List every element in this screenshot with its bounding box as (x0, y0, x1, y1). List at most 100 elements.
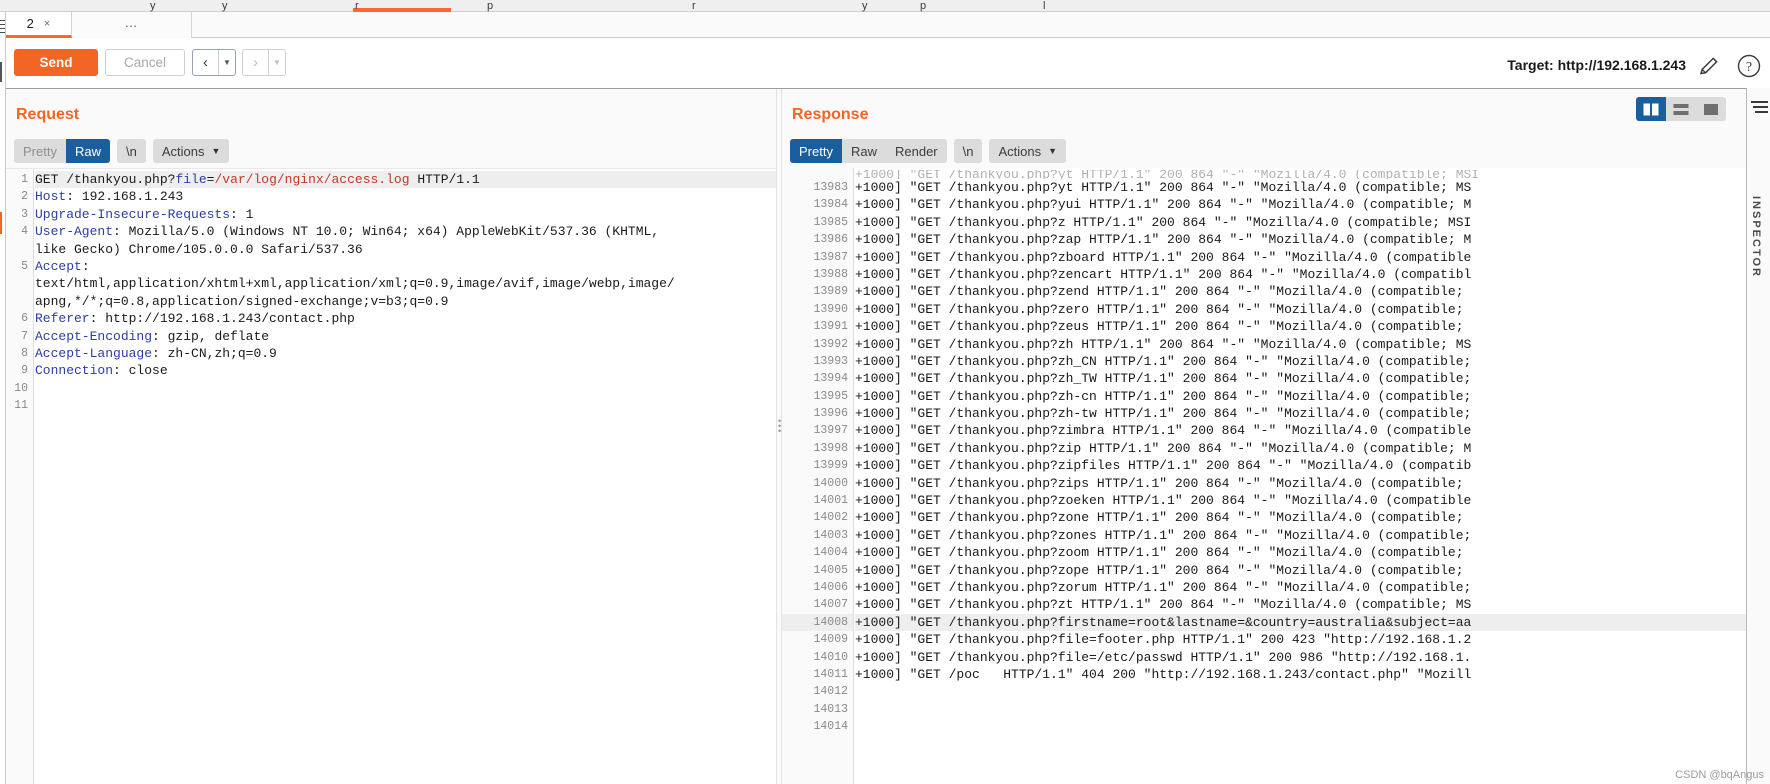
inspector-rail[interactable]: INSPECTOR (1746, 88, 1770, 784)
line-number: 14010 (813, 650, 848, 664)
line-number: 14003 (813, 528, 848, 542)
tab-response-render[interactable]: Render (885, 139, 947, 163)
repeater-tab-more-label: … (124, 14, 139, 30)
request-line: Connection: close (35, 362, 776, 379)
chevron-down-icon: ▼ (1048, 146, 1058, 156)
help-icon[interactable]: ? (1736, 53, 1762, 79)
response-line: +1000] "GET /thankyou.php?zoeken HTTP/1.… (855, 493, 1472, 509)
request-line: Accept-Language: zh-CN,zh;q=0.9 (35, 345, 776, 362)
line-number: 13995 (813, 389, 848, 403)
response-line: +1000] "GET /thankyou.php?zone HTTP/1.1"… (855, 510, 1464, 526)
tab-request-pretty[interactable]: Pretty (14, 139, 66, 163)
top-tab-label[interactable]: y (862, 0, 868, 12)
request-line: User-Agent: Mozilla/5.0 (Windows NT 10.0… (35, 223, 776, 240)
layout-single-pane-button[interactable] (1696, 97, 1726, 121)
response-panel: Response Pretty Raw Render \n Actions ▼ … (782, 89, 1746, 784)
prev-request-group[interactable]: ‹ ▼ (192, 49, 236, 76)
request-newline-button[interactable]: \n (116, 139, 146, 163)
line-number: 13987 (813, 250, 848, 264)
send-button[interactable]: Send (14, 49, 98, 76)
response-line: +1000] "GET /thankyou.php?zt HTTP/1.1" 2… (855, 597, 1472, 613)
next-request-dropdown-icon[interactable]: ▼ (269, 50, 285, 75)
code-token: Upgrade-Insecure-Requests (35, 206, 231, 222)
code-token: file (175, 172, 207, 187)
request-line: like Gecko) Chrome/105.0.0.0 Safari/537.… (35, 241, 776, 258)
response-line: +1000] "GET /thankyou.php?zboard HTTP/1.… (855, 249, 1472, 265)
layout-split-vertical-button[interactable] (1636, 97, 1666, 121)
request-line: Referer: http://192.168.1.243/contact.ph… (35, 310, 776, 327)
top-tab-label[interactable]: y (150, 0, 156, 12)
line-number (6, 293, 33, 310)
line-number: 14007 (813, 598, 848, 612)
tab-response-pretty[interactable]: Pretty (790, 139, 842, 163)
request-line (35, 380, 776, 397)
line-number: 13989 (813, 285, 848, 299)
response-line: +1000] "GET /poc HTTP/1.1" 404 200 "http… (855, 666, 1472, 682)
response-line: +1000] "GET /thankyou.php?zh-cn HTTP/1.1… (855, 388, 1472, 404)
line-number: 13999 (813, 459, 848, 473)
response-line: +1000] "GET /thankyou.php?zope HTTP/1.1"… (855, 562, 1464, 578)
response-line-partial: +1000] "GET /thankyou.php?yt HTTP/1.1" 2… (855, 170, 1480, 179)
code-token: apng,*/*;q=0.8,application/signed-exchan… (35, 293, 449, 309)
cancel-button[interactable]: Cancel (105, 49, 185, 76)
next-request-button[interactable]: › (243, 50, 269, 75)
top-tab-label[interactable]: l (1043, 0, 1045, 12)
tab-request-raw[interactable]: Raw (65, 139, 110, 163)
line-number: 9 (21, 364, 28, 378)
request-actions-button[interactable]: Actions ▼ (152, 139, 230, 163)
line-number: 14008 (782, 613, 853, 632)
prev-request-button[interactable]: ‹ (193, 50, 219, 75)
repeater-tab-2[interactable]: 2 × (6, 12, 72, 38)
layout-toggle-group (1636, 97, 1726, 121)
top-tab-label[interactable]: y (222, 0, 228, 12)
pencil-icon[interactable] (1698, 55, 1720, 77)
request-line: Accept-Encoding: gzip, deflate (35, 328, 776, 345)
response-code[interactable]: +1000] "GET /thankyou.php?yt HTTP/1.1" 2… (855, 168, 1746, 784)
response-line (855, 683, 1746, 700)
code-token: GET /thankyou.php? (35, 172, 176, 187)
line-number: 13983 (813, 181, 848, 194)
line-number: 14014 (813, 720, 848, 734)
response-newline-button[interactable]: \n (953, 139, 983, 163)
request-editor[interactable]: 1 2 3 4 5 6 7 8 9 10 11 GET /thankyou.php?file=/va… (6, 168, 776, 784)
top-tab-label[interactable]: r (355, 0, 359, 12)
line-number: 14013 (813, 702, 848, 716)
code-token: : close (113, 363, 168, 379)
line-number: 14012 (813, 685, 848, 699)
tab-response-raw[interactable]: Raw (841, 139, 886, 163)
response-line: +1000] "GET /thankyou.php?zorum HTTP/1.1… (855, 579, 1472, 595)
response-line: +1000] "GET /thankyou.php?yt HTTP/1.1" 2… (855, 180, 1472, 195)
response-line: +1000] "GET /thankyou.php?zh_CN HTTP/1.1… (855, 353, 1472, 369)
layout-split-horizontal-button[interactable] (1666, 97, 1696, 121)
line-number: 11 (14, 399, 28, 413)
code-token: like Gecko) Chrome/105.0.0.0 Safari/537.… (35, 241, 363, 257)
request-line: apng,*/*;q=0.8,application/signed-exchan… (35, 293, 776, 310)
response-viewer[interactable]: 13983 13984 13985 13986 13987 13988 13989 13990… (782, 168, 1746, 784)
line-number: 13993 (813, 354, 848, 368)
response-line: +1000] "GET /thankyou.php?zend HTTP/1.1"… (855, 284, 1464, 300)
line-number: 13994 (813, 372, 848, 386)
line-number: 10 (14, 381, 28, 395)
code-token: : 1 (230, 206, 254, 222)
line-number: 14006 (813, 580, 848, 594)
target-label: Target: http://192.168.1.243 (1507, 57, 1686, 73)
response-actions-button[interactable]: Actions ▼ (989, 139, 1067, 163)
response-actions-label: Actions (998, 143, 1042, 159)
request-code[interactable]: GET /thankyou.php?file=/var/log/nginx/ac… (35, 169, 776, 784)
request-view-tabs: Pretty Raw (14, 139, 110, 163)
response-line: +1000] "GET /thankyou.php?yui HTTP/1.1" … (855, 197, 1472, 213)
top-tab-label[interactable]: p (920, 0, 926, 12)
response-line: +1000] "GET /thankyou.php?zipfiles HTTP/… (855, 458, 1472, 474)
next-request-group[interactable]: › ▼ (242, 49, 286, 76)
top-tab-label[interactable]: p (487, 0, 493, 12)
repeater-tab-more[interactable]: … (72, 12, 192, 38)
top-tab-label[interactable]: r (692, 0, 696, 12)
response-line: +1000] "GET /thankyou.php?zencart HTTP/1… (855, 266, 1472, 282)
request-line (35, 397, 776, 414)
close-icon[interactable]: × (44, 18, 50, 30)
line-number: 14000 (813, 476, 848, 490)
hamburger-icon[interactable] (1751, 100, 1768, 119)
line-number: 13990 (813, 302, 848, 316)
prev-request-dropdown-icon[interactable]: ▼ (219, 50, 235, 75)
response-title: Response (792, 106, 869, 123)
